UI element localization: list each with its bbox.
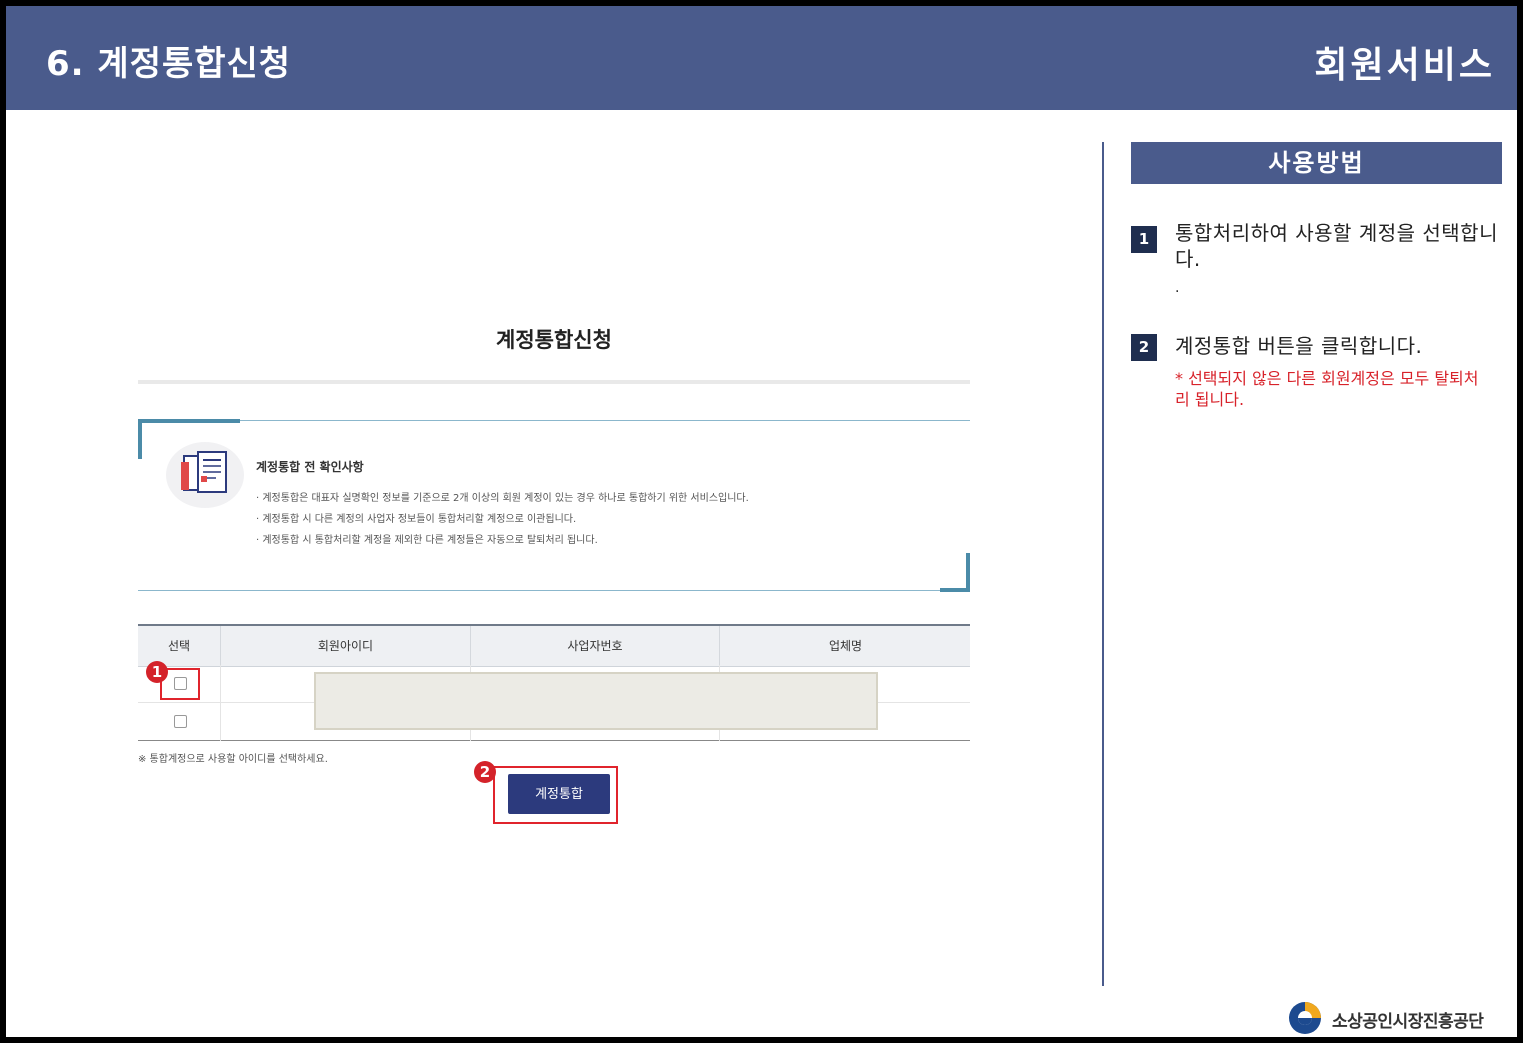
panel-divider [1102,142,1104,986]
logo-mark-icon [1289,1002,1321,1034]
step-number-2: 2 [1131,334,1157,361]
notice-box: 계정통합 전 확인사항 · 계정통합은 대표자 실명확인 정보를 기준으로 2개… [138,416,970,592]
step-text-1-dot: . [1175,280,1180,296]
notice-bottom-line [138,590,970,591]
notice-item: · 계정통합 시 통합처리할 계정을 제외한 다른 계정들은 자동으로 탈퇴처리… [256,535,598,546]
slide: 6. 계정통합신청 회원서비스 계정통합신청 계정통합 전 확인사항 · 계정통… [6,6,1517,1037]
table-note: ※ 통합계정으로 사용할 아이디를 선택하세요. [138,754,328,765]
column-header-company-name: 업체명 [719,626,971,666]
section-title: 회원서비스 [1314,45,1495,86]
column-header-business-number: 사업자번호 [470,626,719,666]
step-number-1: 1 [1131,226,1157,253]
notice-list: · 계정통합은 대표자 실명확인 정보를 기준으로 2개 이상의 회원 계정이 … [256,488,749,551]
screenshot-page-title: 계정통합신청 [496,328,612,352]
step-badge-2: 2 [474,761,496,783]
notice-left-accent [138,419,142,459]
notice-top-line [138,420,970,421]
title-divider [138,380,970,384]
merge-account-button[interactable]: 계정통합 [508,774,610,814]
header-bar: 6. 계정통합신청 회원서비스 [6,6,1517,110]
column-divider [220,665,221,741]
organization-logo: 소상공인시장진흥공단 [1284,998,1510,1036]
redacted-data-overlay [314,672,878,730]
notice-heading: 계정통합 전 확인사항 [256,460,364,474]
step-text-2: 계정통합 버튼을 클릭합니다. [1175,334,1423,358]
page-title: 6. 계정통합신청 [46,44,292,84]
notice-top-accent [138,419,240,423]
step-warning: * 선택되지 않은 다른 회원계정은 모두 탈퇴처리 됩니다. [1175,369,1479,409]
column-header-member-id: 회원아이디 [220,626,470,666]
screenshot-area: 계정통합신청 계정통합 전 확인사항 · 계정통합은 대표자 실명확인 정보를 … [138,306,970,846]
document-icon [166,442,244,508]
logo-text: 소상공인시장진흥공단 [1332,1012,1484,1032]
notice-item: · 계정통합 시 다른 계정의 사업자 정보들이 통합처리할 계정으로 이관됩니… [256,514,577,525]
column-header-select: 선택 [167,639,191,653]
step-badge-1: 1 [146,661,168,683]
select-checkbox[interactable] [174,715,187,728]
usage-title: 사용방법 [1131,142,1502,184]
notice-right-accent [966,553,970,592]
notice-item: · 계정통합은 대표자 실명확인 정보를 기준으로 2개 이상의 회원 계정이 … [256,493,749,504]
table-header: 선택 회원아이디 사업자번호 업체명 [138,624,970,667]
step-text-1: 통합처리하여 사용할 계정을 선택합니다. [1175,221,1498,271]
